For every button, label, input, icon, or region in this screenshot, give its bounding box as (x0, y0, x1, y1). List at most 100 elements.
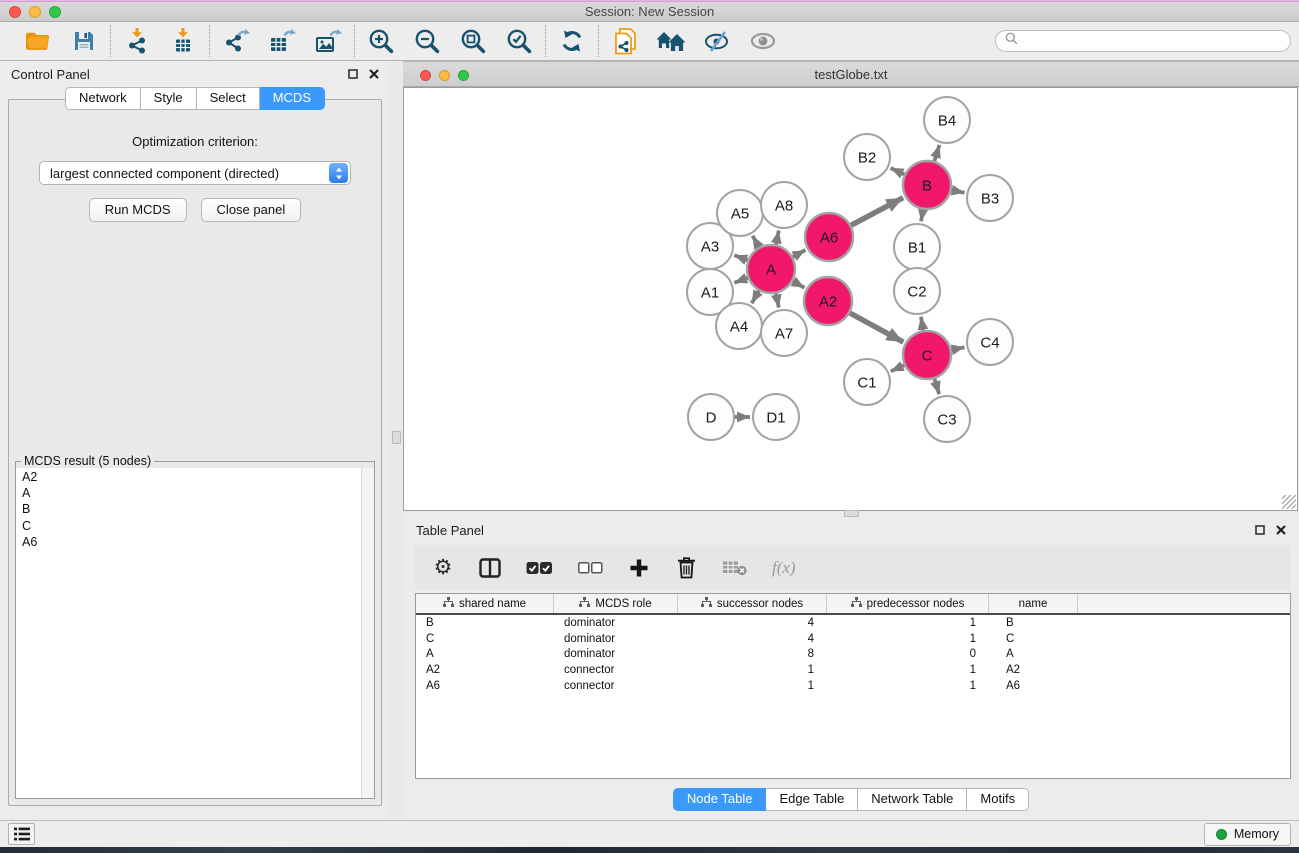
graph-edge[interactable] (776, 231, 779, 245)
column-header-mcds-role[interactable]: MCDS role (554, 594, 678, 613)
tab-network-table[interactable]: Network Table (858, 788, 967, 811)
graph-node-A8[interactable]: A8 (761, 182, 807, 228)
home-icon[interactable] (656, 26, 686, 56)
delete-column-icon[interactable] (675, 555, 697, 581)
graph-edge[interactable] (934, 145, 939, 161)
graph-node-D[interactable]: D (688, 394, 734, 440)
open-file-icon[interactable] (23, 26, 53, 56)
result-item[interactable]: A6 (22, 534, 368, 550)
panel-divider[interactable] (390, 61, 403, 820)
graph-edge[interactable] (734, 278, 747, 283)
graph-edge[interactable] (851, 198, 903, 226)
zoom-window-button[interactable] (49, 6, 61, 18)
result-item[interactable]: A2 (22, 469, 368, 485)
refresh-view-icon[interactable] (557, 26, 587, 56)
graph-edge[interactable] (952, 190, 965, 193)
split-panel-icon[interactable] (479, 555, 501, 581)
graph-node-A2[interactable]: A2 (804, 277, 852, 325)
graph-node-C2[interactable]: C2 (894, 268, 940, 314)
graph-node-C[interactable]: C (903, 331, 951, 379)
tab-network[interactable]: Network (65, 87, 141, 110)
result-item[interactable]: C (22, 518, 368, 534)
column-header-successor-nodes[interactable]: successor nodes (678, 594, 827, 613)
graph-node-B3[interactable]: B3 (967, 175, 1013, 221)
divider-grip[interactable] (392, 431, 401, 444)
graph-edge[interactable] (891, 365, 905, 371)
float-panel-icon[interactable] (348, 67, 358, 82)
select-all-icon[interactable] (526, 555, 553, 581)
network-canvas[interactable]: AA1A3A5A8A4A7A6A2BB1B2B3B4CC1C2C3C4DD1 (403, 87, 1298, 511)
deselect-all-icon[interactable] (578, 555, 603, 581)
graph-edge[interactable] (921, 317, 923, 331)
show-graphics-details-icon[interactable] (748, 26, 778, 56)
graph-node-A6[interactable]: A6 (805, 213, 853, 261)
graph-edge[interactable] (753, 236, 759, 247)
graph-node-A7[interactable]: A7 (761, 310, 807, 356)
graph-node-B[interactable]: B (903, 161, 951, 209)
table-row[interactable]: Cdominator41C (416, 631, 1290, 647)
import-table-icon[interactable] (168, 26, 198, 56)
graph-node-D1[interactable]: D1 (753, 394, 799, 440)
graph-node-B1[interactable]: B1 (894, 224, 940, 270)
network-minimize-button[interactable] (439, 70, 450, 81)
tab-mcds[interactable]: MCDS (260, 87, 325, 110)
attribute-settings-icon[interactable]: ⚙ (432, 555, 454, 581)
close-table-panel-icon[interactable] (1276, 523, 1286, 538)
zoom-fit-icon[interactable] (458, 26, 488, 56)
graph-node-A4[interactable]: A4 (716, 303, 762, 349)
network-zoom-button[interactable] (458, 70, 469, 81)
run-mcds-button[interactable]: Run MCDS (89, 198, 187, 222)
table-row[interactable]: A6connector11A6 (416, 678, 1290, 694)
zoom-selected-icon[interactable] (504, 26, 534, 56)
export-network-icon[interactable] (221, 26, 251, 56)
memory-button[interactable]: Memory (1204, 823, 1291, 846)
graph-node-A[interactable]: A (747, 245, 795, 293)
result-item[interactable]: A (22, 485, 368, 501)
graph-node-B2[interactable]: B2 (844, 134, 890, 180)
zoom-in-icon[interactable] (366, 26, 396, 56)
graph-edge[interactable] (891, 168, 905, 174)
graph-edge[interactable] (952, 347, 965, 350)
search-field[interactable] (995, 30, 1291, 52)
graph-edge[interactable] (850, 313, 903, 342)
tab-node-table[interactable]: Node Table (673, 788, 767, 811)
result-scrollbar[interactable] (361, 468, 374, 798)
graph-node-B4[interactable]: B4 (924, 97, 970, 143)
graph-node-C4[interactable]: C4 (967, 319, 1013, 365)
float-table-panel-icon[interactable] (1255, 523, 1265, 538)
minimize-window-button[interactable] (29, 6, 41, 18)
tab-select[interactable]: Select (197, 87, 260, 110)
table-row[interactable]: A2connector11A2 (416, 662, 1290, 678)
hide-graphics-details-icon[interactable] (702, 26, 732, 56)
graph-edge[interactable] (734, 255, 747, 260)
graph-edge[interactable] (935, 379, 940, 394)
tab-style[interactable]: Style (141, 87, 197, 110)
search-input[interactable] (1023, 33, 1281, 49)
save-session-icon[interactable] (69, 26, 99, 56)
graph-edge[interactable] (793, 281, 805, 288)
task-history-button[interactable] (8, 823, 35, 845)
close-panel-icon[interactable] (369, 67, 379, 82)
export-image-icon[interactable] (313, 26, 343, 56)
export-table-icon[interactable] (267, 26, 297, 56)
graph-node-C3[interactable]: C3 (924, 396, 970, 442)
table-row[interactable]: Bdominator41B (416, 615, 1290, 631)
tab-edge-table[interactable]: Edge Table (766, 788, 858, 811)
graph-edge[interactable] (793, 250, 806, 257)
graph-node-A5[interactable]: A5 (717, 190, 763, 236)
column-header-name[interactable]: name (989, 594, 1078, 613)
result-item[interactable]: B (22, 501, 368, 517)
graph-edge[interactable] (752, 291, 759, 304)
add-column-icon[interactable] (628, 555, 650, 581)
table-row[interactable]: Adominator80A (416, 647, 1290, 663)
import-network-icon[interactable] (122, 26, 152, 56)
close-panel-button[interactable]: Close panel (201, 198, 302, 222)
criterion-select[interactable]: largest connected component (directed) (39, 161, 351, 185)
graph-edge[interactable] (776, 294, 779, 308)
split-divider-grip[interactable] (844, 510, 859, 517)
tab-motifs[interactable]: Motifs (967, 788, 1029, 811)
column-header-predecessor-nodes[interactable]: predecessor nodes (827, 594, 989, 613)
graph-node-C1[interactable]: C1 (844, 359, 890, 405)
window-resize-grip[interactable] (1282, 495, 1296, 509)
column-header-shared-name[interactable]: shared name (416, 594, 554, 613)
